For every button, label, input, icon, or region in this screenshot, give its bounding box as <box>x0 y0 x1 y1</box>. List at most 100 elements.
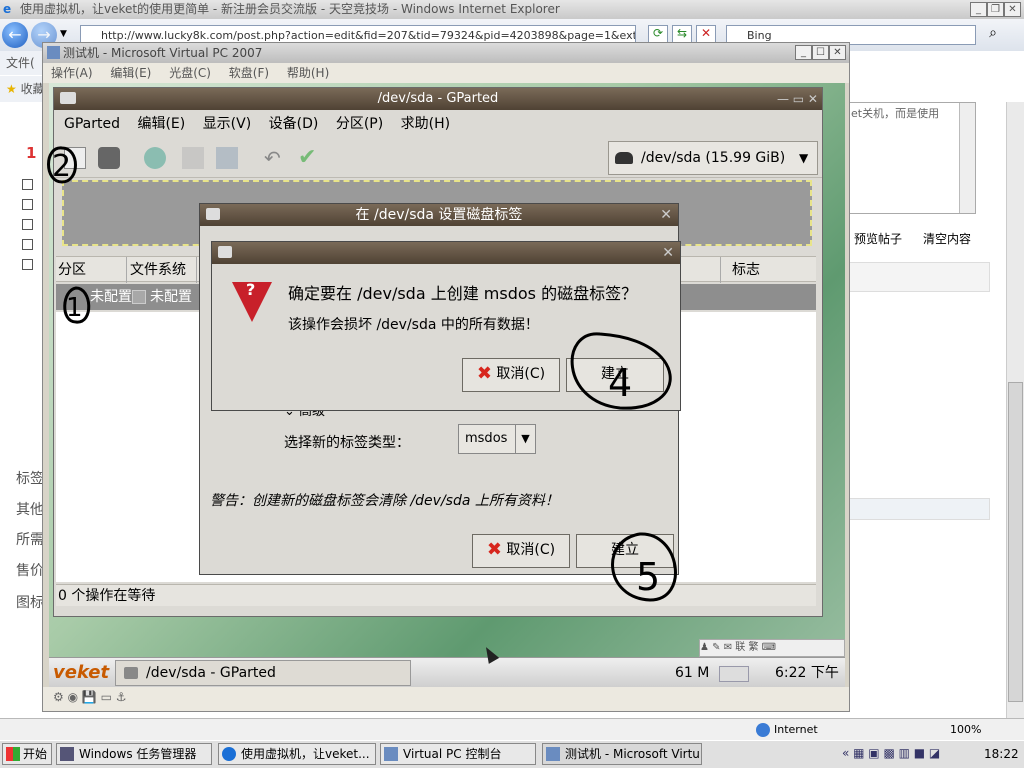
confirm-cancel-button[interactable]: ✖ 取消(C) <box>462 358 560 392</box>
ie-title-bar: e 使用虚拟机，让veket的使用更简单 - 新注册会员交流版 - 天空竞技场 … <box>0 0 1024 19</box>
checkbox[interactable] <box>22 199 33 210</box>
star-icon[interactable]: ★ <box>6 82 17 96</box>
dropdown-arrow-icon[interactable]: ▼ <box>60 29 67 39</box>
form-row <box>848 262 990 292</box>
column-filesystem[interactable]: 文件系统 <box>130 257 186 283</box>
cancel-button[interactable]: ✖ 取消(C) <box>472 534 570 568</box>
taskbar-button[interactable]: 测试机 - Microsoft Virtu... <box>542 743 702 765</box>
minimize-button[interactable]: _ <box>970 2 987 17</box>
warning-icon-mark: ? <box>246 280 256 299</box>
ie-logo-icon: e <box>3 2 12 16</box>
new-partition-icon[interactable] <box>64 147 86 169</box>
menu-file[interactable]: 文件( <box>6 56 35 70</box>
menu-view[interactable]: 显示(V) <box>203 112 252 136</box>
resize-icon[interactable] <box>144 147 166 169</box>
gparted-menu-bar: GParted 编辑(E) 显示(V) 设备(D) 分区(P) 求助(H) <box>54 112 822 136</box>
tray-icons[interactable]: « ▦ ▣ ▩ ▥ ■ ◪ <box>842 746 940 760</box>
checkbox[interactable] <box>22 179 33 190</box>
vpc-menu-edit[interactable]: 编辑(E) <box>110 66 151 80</box>
label-type-select[interactable]: msdos ▼ <box>458 424 536 454</box>
maximize-button[interactable]: ❐ <box>987 2 1004 17</box>
clear-content-button[interactable]: 清空内容 <box>923 230 971 247</box>
vpc-menu-action[interactable]: 操作(A) <box>51 66 93 80</box>
memory-indicator: 61 M <box>675 665 710 681</box>
cpu-meter-icon <box>719 666 749 682</box>
disk-icon <box>615 152 633 164</box>
cancel-label: 取消(C) <box>496 366 546 382</box>
menu-device[interactable]: 设备(D) <box>269 112 319 136</box>
menu-partition[interactable]: 分区(P) <box>336 112 383 136</box>
copy-icon[interactable] <box>182 147 204 169</box>
device-label: /dev/sda (15.99 GiB) <box>641 150 786 166</box>
confirm-heading: 确定要在 /dev/sda 上创建 msdos 的磁盘标签？ <box>288 284 638 303</box>
scrollbar-thumb[interactable] <box>1008 382 1023 702</box>
status-bar: 0 个操作在等待 <box>56 584 816 606</box>
taskbar-button[interactable]: 使用虚拟机，让veket... <box>218 743 376 765</box>
close-icon[interactable]: ✕ <box>660 204 672 226</box>
taskbar-button[interactable]: Windows 任务管理器 <box>56 743 212 765</box>
create-button[interactable]: 建立 <box>576 534 674 568</box>
vpc-console-icon <box>384 747 398 761</box>
checkbox[interactable] <box>22 259 33 270</box>
column-partition[interactable]: 分区 <box>58 257 86 283</box>
apply-icon[interactable]: ✔ <box>298 147 320 169</box>
vpc-close-button[interactable]: ✕ <box>829 45 846 60</box>
vpc-maximize-button[interactable]: ☐ <box>812 45 829 60</box>
taskbar-button[interactable]: Virtual PC 控制台 <box>380 743 536 765</box>
vpc-logo-icon <box>47 46 60 59</box>
column-divider <box>196 257 197 283</box>
page-scrollbar[interactable] <box>1006 102 1024 718</box>
confirm-dialog: ✕ ? 确定要在 /dev/sda 上创建 msdos 的磁盘标签？ 该操作会损… <box>211 241 681 411</box>
ie-menu-bar: 文件( <box>0 51 48 75</box>
checkbox[interactable] <box>22 219 33 230</box>
vpc-machine-icon <box>546 747 560 761</box>
menu-gparted[interactable]: GParted <box>64 112 120 136</box>
tray-icons[interactable]: ♟ ✎ ✉ <box>700 642 735 653</box>
delete-partition-icon[interactable] <box>98 147 120 169</box>
window-controls[interactable]: — ▭ ✕ <box>777 88 818 110</box>
vpc-menu-cd[interactable]: 光盘(C) <box>169 66 211 80</box>
menu-edit[interactable]: 编辑(E) <box>137 112 185 136</box>
dialog-title-bar: 在 /dev/sda 设置磁盘标签 ✕ <box>200 204 678 226</box>
editor-scrollbar[interactable] <box>959 103 975 213</box>
warning-text: 警告：创建新的磁盘标签会清除 /dev/sda 上所有资料！ <box>210 493 559 509</box>
cell-partition: 未配置 <box>90 289 132 305</box>
device-selector[interactable]: /dev/sda (15.99 GiB) ▼ <box>608 141 818 175</box>
vpc-device-icons[interactable]: ⚙ ◉ 💾 ▭ ⚓ <box>53 690 127 704</box>
close-icon[interactable]: ✕ <box>662 242 674 264</box>
vpc-title-bar: 测试机 - Microsoft Virtual PC 2007 _ ☐ ✕ <box>43 43 849 63</box>
vm-screen[interactable]: /dev/sda - GParted — ▭ ✕ GParted 编辑(E) 显… <box>49 83 845 687</box>
veket-logo[interactable]: veket <box>53 661 109 685</box>
preview-post-button[interactable]: 预览帖子 <box>854 230 902 247</box>
taskbar-label: 测试机 - Microsoft Virtu... <box>565 747 702 761</box>
taskbar-label: 使用虚拟机，让veket... <box>241 747 370 761</box>
vpc-menu-help[interactable]: 帮助(H) <box>287 66 329 80</box>
system-clock: 18:22 <box>984 747 1019 761</box>
close-button[interactable]: ✕ <box>1004 2 1021 17</box>
chevron-down-icon[interactable]: ▼ <box>799 142 808 174</box>
vpc-menu-floppy[interactable]: 软盘(F) <box>229 66 269 80</box>
favorites-label[interactable]: 收藏 <box>21 82 45 96</box>
confirm-create-button[interactable]: 建立 <box>566 358 664 392</box>
back-button[interactable]: ← <box>2 22 28 48</box>
vpc-minimize-button[interactable]: _ <box>795 45 812 60</box>
column-flags[interactable]: 标志 <box>732 257 760 283</box>
system-tray: « ▦ ▣ ▩ ▥ ■ ◪ 18:22 <box>842 743 1022 765</box>
gparted-window-icon <box>60 92 76 104</box>
checkbox[interactable] <box>22 239 33 250</box>
zone-label: Internet <box>774 723 818 736</box>
side-label: 所需 <box>16 532 44 548</box>
guest-task-button[interactable]: /dev/sda - GParted <box>115 660 411 686</box>
side-label: 图标 <box>16 595 44 611</box>
search-icon[interactable]: ⌕ <box>982 25 1004 45</box>
keyboard-icon[interactable]: ⌨ <box>758 642 776 653</box>
cancel-icon: ✖ <box>486 539 502 560</box>
create-label: 建立 <box>601 366 629 382</box>
paste-icon[interactable] <box>216 147 238 169</box>
undo-icon[interactable]: ↶ <box>264 147 286 169</box>
editor-area[interactable]: et关机，而是使用 <box>848 102 976 214</box>
start-button[interactable]: 开始 <box>2 743 52 765</box>
side-label: 售价 <box>16 563 44 579</box>
zoom-label[interactable]: 100% <box>950 719 981 741</box>
menu-help[interactable]: 求助(H) <box>401 112 450 136</box>
